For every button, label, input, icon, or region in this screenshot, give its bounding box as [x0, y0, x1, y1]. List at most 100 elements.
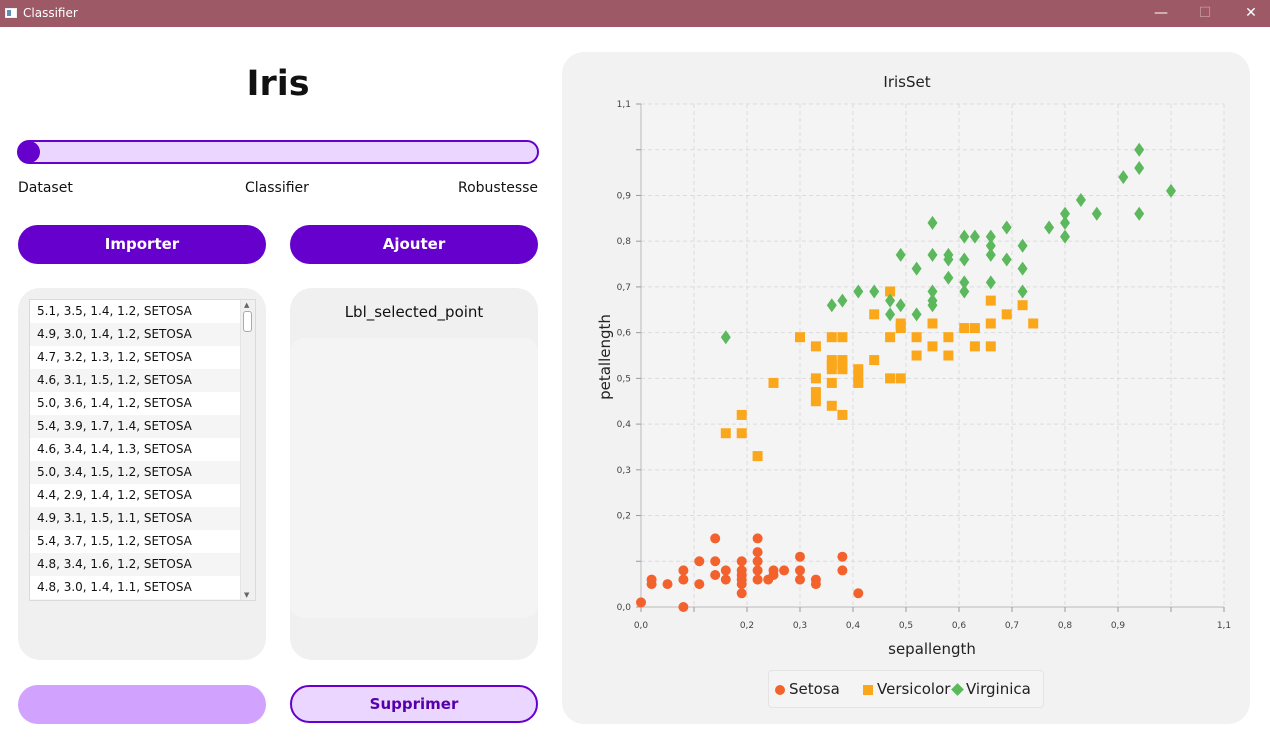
versicolor-point[interactable]: [736, 409, 747, 420]
setosa-point[interactable]: [768, 569, 779, 580]
versicolor-point[interactable]: [959, 323, 970, 334]
setosa-point[interactable]: [837, 551, 848, 562]
versicolor-point[interactable]: [837, 409, 848, 420]
list-item[interactable]: 4.7, 3.2, 1.3, 1.2, SETOSA: [30, 346, 241, 369]
add-button[interactable]: Ajouter: [290, 225, 538, 264]
versicolor-point[interactable]: [985, 318, 996, 329]
list-item[interactable]: 5.4, 3.9, 1.7, 1.4, SETOSA: [30, 415, 241, 438]
setosa-point[interactable]: [795, 551, 805, 562]
scroll-down-icon[interactable]: ▼: [244, 591, 249, 599]
scroll-up-icon[interactable]: ▲: [244, 301, 249, 309]
versicolor-point[interactable]: [895, 323, 906, 334]
setosa-point[interactable]: [678, 565, 689, 576]
versicolor-point[interactable]: [895, 373, 906, 384]
list-item[interactable]: 4.4, 2.9, 1.4, 1.2, SETOSA: [30, 484, 241, 507]
setosa-point[interactable]: [736, 588, 747, 599]
setosa-point[interactable]: [646, 574, 657, 585]
remove-button[interactable]: Supprimer: [290, 685, 538, 723]
versicolor-point[interactable]: [985, 295, 996, 306]
list-item[interactable]: 4.8, 3.4, 1.6, 1.2, SETOSA: [30, 553, 241, 576]
versicolor-point[interactable]: [837, 364, 848, 375]
setosa-point[interactable]: [694, 556, 705, 567]
list-item[interactable]: 4.8, 3.0, 1.4, 1.1, SETOSA: [30, 576, 241, 599]
scatter-plot[interactable]: 0,0 0,2 0,3 0,4 0,5 0,6 0,7 0,8 0,9 1,1 0,0 0,2 0,3 0…: [600, 95, 1240, 635]
list-item[interactable]: 4.6, 3.1, 1.5, 1.2, SETOSA: [30, 369, 241, 392]
setosa-point[interactable]: [662, 579, 673, 590]
list-item[interactable]: 5.4, 3.7, 1.5, 1.2, SETOSA: [30, 530, 241, 553]
setosa-point[interactable]: [694, 579, 705, 590]
setosa-point[interactable]: [678, 574, 689, 585]
list-item[interactable]: 5.1, 3.5, 1.4, 1.2, SETOSA: [30, 300, 241, 323]
maximize-icon[interactable]: ☐: [1182, 0, 1228, 27]
versicolor-point[interactable]: [826, 377, 837, 388]
legend-item-virginica[interactable]: Virginica: [951, 680, 1031, 698]
setosa-point[interactable]: [853, 588, 864, 599]
setosa-point[interactable]: [752, 565, 763, 576]
legend-item-setosa[interactable]: Setosa: [775, 680, 840, 698]
setosa-point[interactable]: [837, 565, 848, 576]
setosa-point[interactable]: [720, 565, 731, 576]
step-progress-track[interactable]: [17, 140, 539, 164]
data-list[interactable]: 5.1, 3.5, 1.4, 1.2, SETOSA 4.9, 3.0, 1.4,…: [29, 299, 256, 601]
versicolor-point[interactable]: [768, 377, 779, 388]
setosa-point[interactable]: [795, 565, 805, 576]
setosa-point[interactable]: [752, 556, 763, 567]
setosa-point[interactable]: [795, 574, 805, 585]
versicolor-point[interactable]: [826, 332, 837, 343]
list-item[interactable]: 5.0, 3.6, 1.4, 1.2, SETOSA: [30, 392, 241, 415]
setosa-point[interactable]: [810, 579, 821, 590]
minimize-icon[interactable]: —: [1138, 0, 1184, 27]
scroll-thumb[interactable]: [243, 311, 252, 332]
list-item[interactable]: 5.0, 3.4, 1.5, 1.2, SETOSA: [30, 461, 241, 484]
setosa-point[interactable]: [710, 569, 721, 580]
legend-item-versicolor[interactable]: Versicolor: [863, 680, 950, 698]
versicolor-point[interactable]: [943, 332, 954, 343]
versicolor-point[interactable]: [911, 332, 922, 343]
setosa-point[interactable]: [736, 579, 747, 590]
setosa-point[interactable]: [710, 556, 721, 567]
versicolor-point[interactable]: [869, 355, 880, 366]
versicolor-point[interactable]: [810, 373, 821, 384]
versicolor-point[interactable]: [927, 318, 938, 329]
versicolor-point[interactable]: [969, 341, 980, 352]
versicolor-point[interactable]: [795, 332, 805, 343]
setosa-point[interactable]: [710, 533, 721, 544]
versicolor-point[interactable]: [736, 428, 747, 439]
versicolor-point[interactable]: [810, 387, 821, 398]
setosa-point[interactable]: [678, 602, 689, 612]
versicolor-point[interactable]: [810, 396, 821, 407]
versicolor-point[interactable]: [752, 451, 763, 462]
import-button[interactable]: Importer: [18, 225, 266, 264]
setosa-point[interactable]: [752, 574, 763, 585]
versicolor-point[interactable]: [969, 323, 980, 334]
versicolor-point[interactable]: [885, 373, 896, 384]
versicolor-point[interactable]: [853, 377, 864, 388]
versicolor-point[interactable]: [720, 428, 731, 439]
versicolor-point[interactable]: [985, 341, 996, 352]
step-progress-thumb[interactable]: [18, 141, 40, 163]
list-item[interactable]: 4.3, 3.0, 1.1, 1.1, SETOSA: [30, 599, 241, 600]
versicolor-point[interactable]: [885, 332, 896, 343]
setosa-point[interactable]: [752, 547, 763, 558]
versicolor-point[interactable]: [1028, 318, 1039, 329]
setosa-point[interactable]: [736, 556, 747, 567]
versicolor-point[interactable]: [1001, 309, 1012, 320]
close-icon[interactable]: ✕: [1228, 0, 1270, 27]
setosa-point[interactable]: [720, 574, 731, 585]
list-item[interactable]: 4.6, 3.4, 1.4, 1.3, SETOSA: [30, 438, 241, 461]
versicolor-point[interactable]: [853, 364, 864, 375]
versicolor-point[interactable]: [869, 309, 880, 320]
list-scrollbar[interactable]: ▲ ▼: [240, 300, 255, 600]
versicolor-point[interactable]: [826, 364, 837, 375]
versicolor-point[interactable]: [826, 400, 837, 411]
setosa-point[interactable]: [752, 533, 763, 544]
setosa-point[interactable]: [779, 565, 790, 576]
setosa-point[interactable]: [736, 565, 747, 576]
setosa-point[interactable]: [636, 597, 646, 608]
list-item[interactable]: 4.9, 3.0, 1.4, 1.2, SETOSA: [30, 323, 241, 346]
versicolor-point[interactable]: [927, 341, 938, 352]
versicolor-point[interactable]: [837, 332, 848, 343]
versicolor-point[interactable]: [911, 350, 922, 361]
versicolor-point[interactable]: [810, 341, 821, 352]
list-item[interactable]: 4.9, 3.1, 1.5, 1.1, SETOSA: [30, 507, 241, 530]
